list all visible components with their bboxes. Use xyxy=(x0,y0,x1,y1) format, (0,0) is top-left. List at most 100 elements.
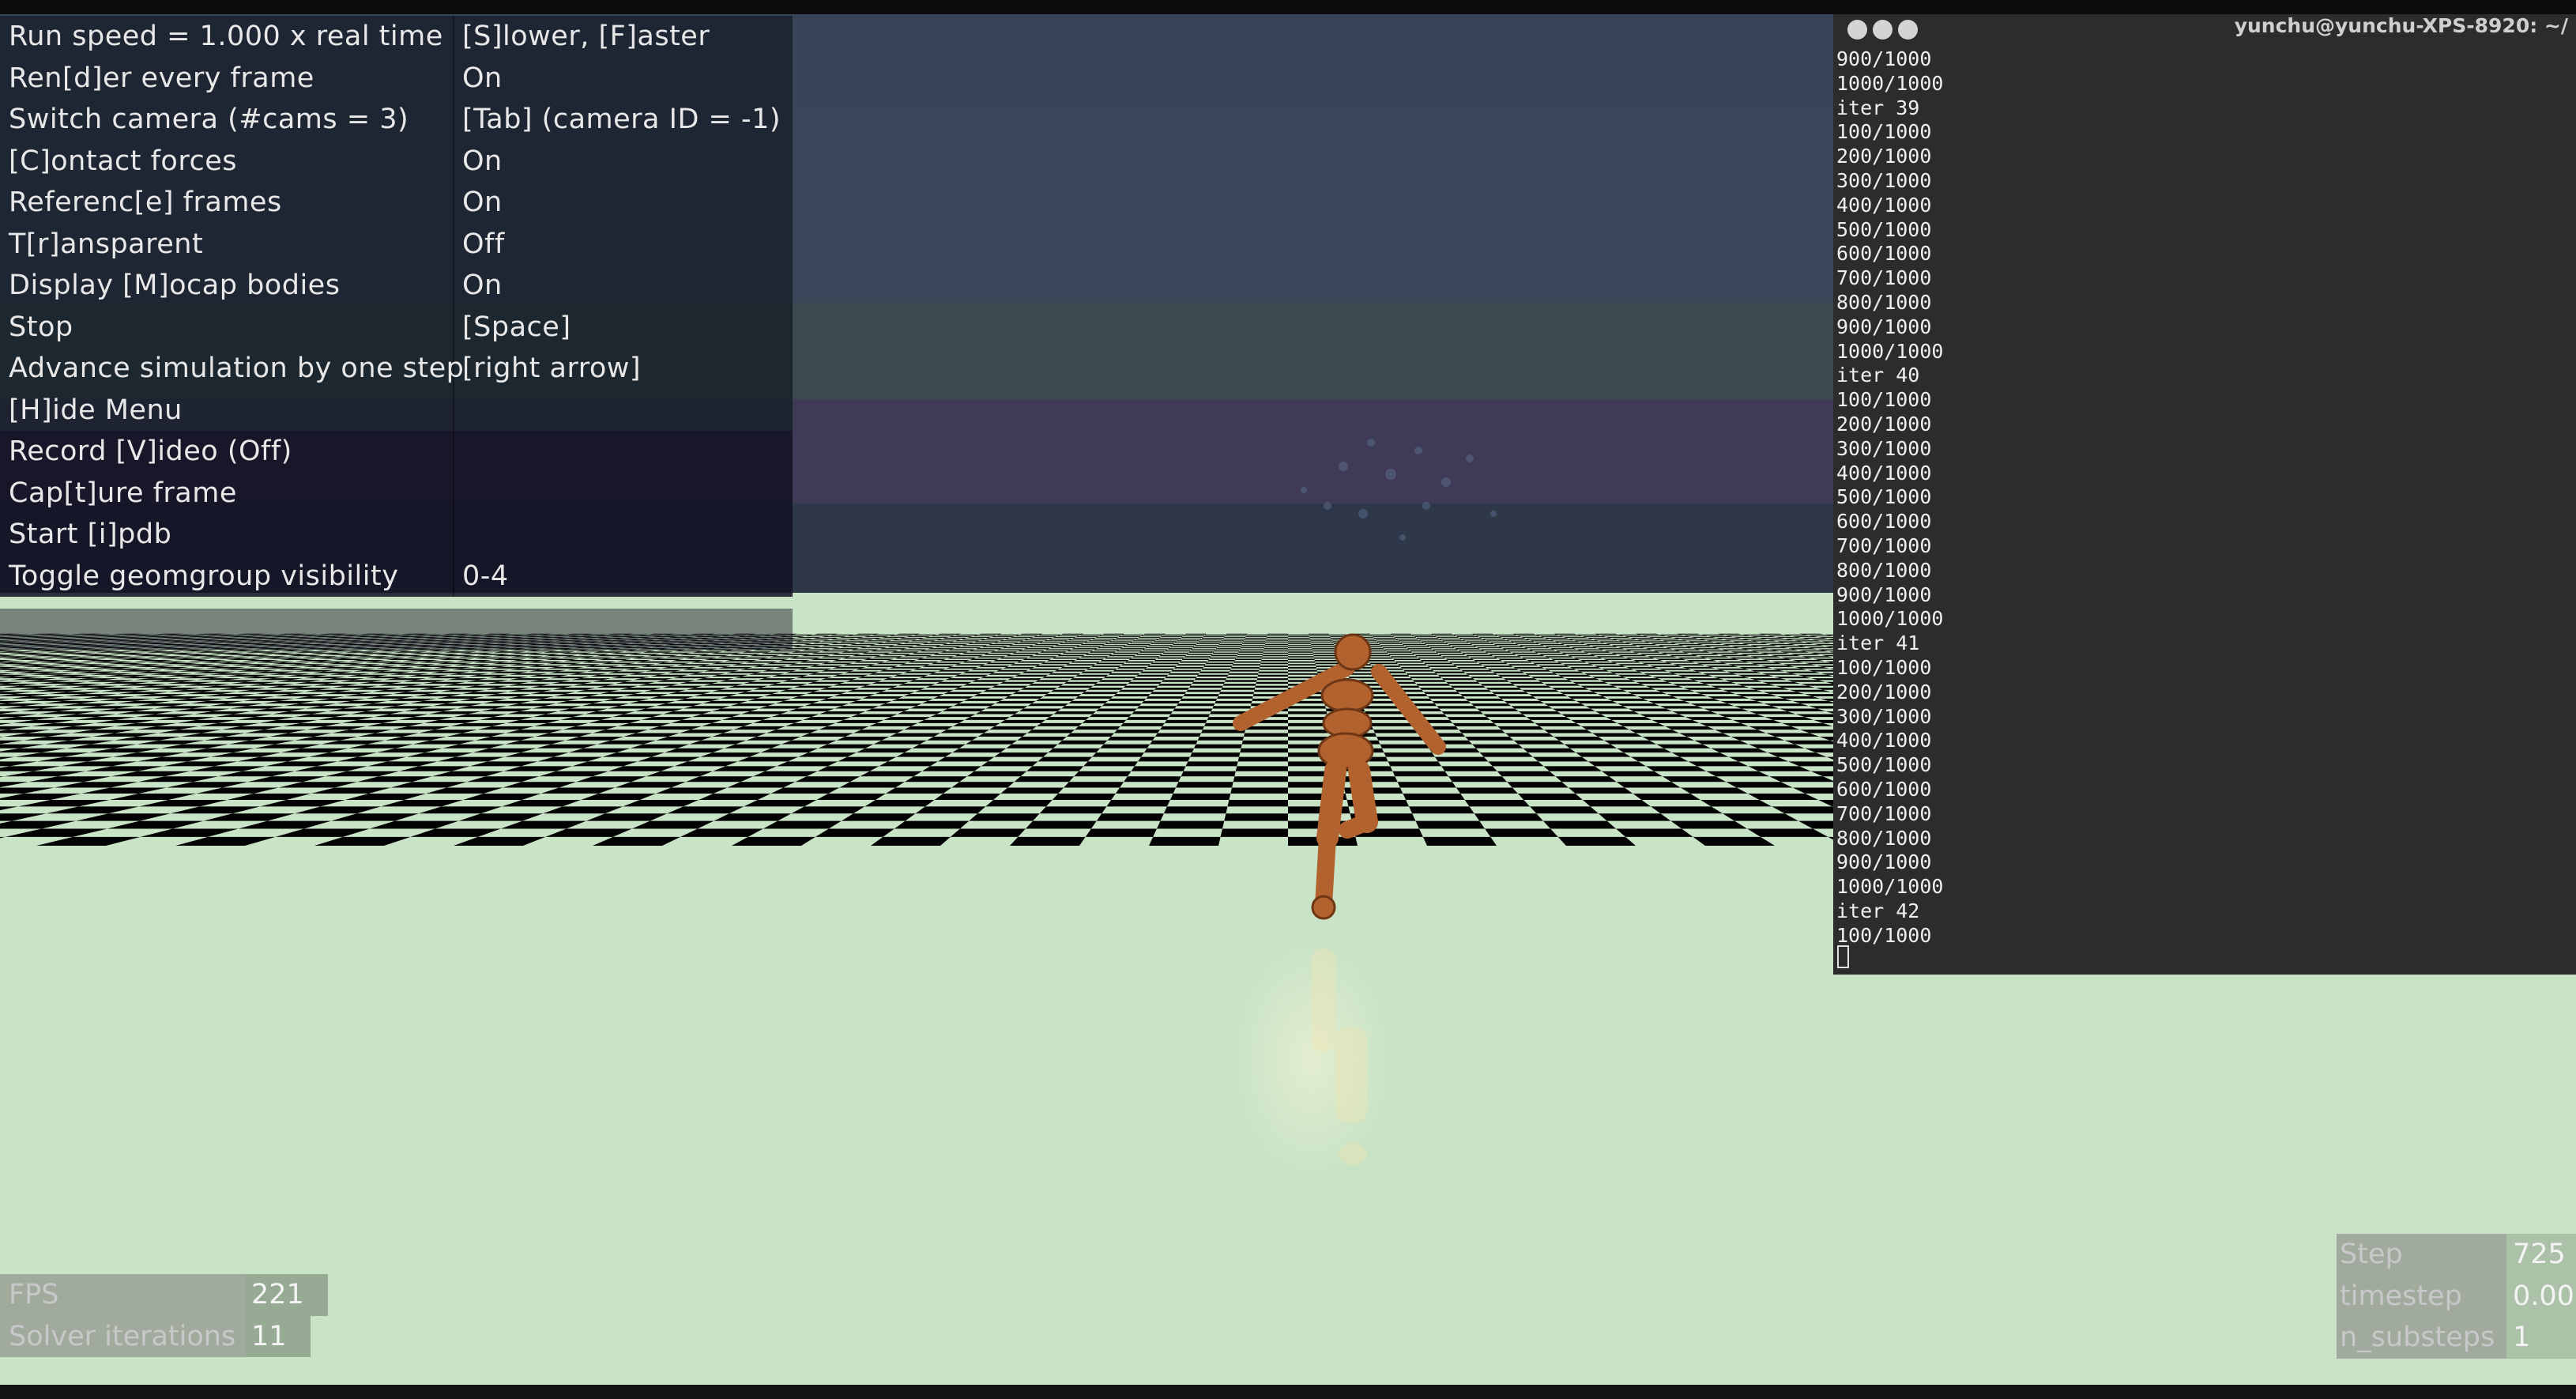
menu-row-contact-forces[interactable]: [C]ontact forces On xyxy=(0,140,793,182)
menu-value: On xyxy=(462,270,503,302)
terminal-line: 400/1000 xyxy=(1836,461,1932,485)
menu-value: On xyxy=(462,62,503,94)
menu-label: Start [i]pdb xyxy=(0,514,454,556)
terminal-line: 300/1000 xyxy=(1836,436,1932,460)
terminal-titlebar[interactable]: yunchu@yunchu-XPS-8920: ~/ xyxy=(1833,14,2576,40)
menu-row-start-ipdb[interactable]: Start [i]pdb xyxy=(0,514,793,556)
menu-label: Run speed = 1.000 x real time xyxy=(0,16,454,58)
terminal-line: 1000/1000 xyxy=(1836,339,1944,363)
menu-label: Ren[d]er every frame xyxy=(0,57,454,99)
solver-value: 11 xyxy=(245,1315,311,1357)
minimize-window-button[interactable] xyxy=(1873,20,1892,40)
menu-label: Cap[t]ure frame xyxy=(0,472,454,514)
menu-label: Record [V]ideo (Off) xyxy=(0,431,454,473)
stat-row-step: Step 725 xyxy=(2337,1234,2576,1276)
fps-label: FPS xyxy=(0,1274,245,1316)
top-window-edge xyxy=(0,0,2576,14)
terminal-line: 400/1000 xyxy=(1836,193,1932,217)
stat-row-fps: FPS 221 xyxy=(0,1274,328,1316)
menu-label: Toggle geomgroup visibility xyxy=(0,555,454,597)
solver-label: Solver iterations xyxy=(0,1315,245,1357)
terminal-line: 900/1000 xyxy=(1836,583,1932,606)
substeps-label: n_substeps xyxy=(2337,1317,2506,1359)
terminal-line: 500/1000 xyxy=(1836,753,1932,777)
menu-value: [S]lower, [F]aster xyxy=(462,21,710,53)
menu-value: [Tab] (camera ID = -1) xyxy=(462,104,781,136)
close-window-button[interactable] xyxy=(1847,20,1867,40)
terminal-line: 200/1000 xyxy=(1836,145,1932,168)
menu-label: Display [M]ocap bodies xyxy=(0,265,454,307)
menu-label: Advance simulation by one step xyxy=(0,348,464,390)
stat-row-solver: Solver iterations 11 xyxy=(0,1315,328,1357)
menu-label: [C]ontact forces xyxy=(0,140,454,182)
menu-row-mocap-bodies[interactable]: Display [M]ocap bodies On xyxy=(0,265,793,307)
maximize-window-button[interactable] xyxy=(1898,20,1918,40)
terminal-title: yunchu@yunchu-XPS-8920: ~/ xyxy=(2234,14,2568,37)
menu-label: T[r]ansparent xyxy=(0,223,454,265)
terminal-line: 200/1000 xyxy=(1836,412,1932,436)
terminal-line: iter 40 xyxy=(1836,364,1920,387)
terminal-line: 200/1000 xyxy=(1836,680,1932,703)
terminal-line: 100/1000 xyxy=(1836,388,1932,412)
menu-value: Off xyxy=(462,228,505,260)
fps-value: 221 xyxy=(245,1274,328,1316)
terminal-line: 500/1000 xyxy=(1836,217,1932,241)
menu-value: [Space] xyxy=(462,311,571,343)
bottom-window-edge xyxy=(0,1385,2576,1399)
terminal-cursor xyxy=(1837,945,1849,968)
terminal-line: 1000/1000 xyxy=(1836,71,1944,95)
terminal-line: 500/1000 xyxy=(1836,485,1932,509)
terminal-line: 1000/1000 xyxy=(1836,607,1944,631)
menu-row-record-video[interactable]: Record [V]ideo (Off) xyxy=(0,431,793,473)
stat-row-timestep: timestep 0.00 xyxy=(2337,1275,2576,1317)
menu-label: Switch camera (#cams = 3) xyxy=(0,99,454,141)
stats-panel-left: FPS 221 Solver iterations 11 xyxy=(0,1274,328,1357)
terminal-line: iter 41 xyxy=(1836,632,1920,655)
menu-label: Stop xyxy=(0,306,454,348)
stat-row-substeps: n_substeps 1 xyxy=(2337,1317,2576,1359)
terminal-line: 800/1000 xyxy=(1836,826,1932,850)
terminal-line: 600/1000 xyxy=(1836,777,1932,801)
menu-value: On xyxy=(462,187,503,219)
substeps-value: 1 xyxy=(2506,1317,2576,1359)
timestep-label: timestep xyxy=(2337,1275,2506,1317)
menu-value: On xyxy=(462,145,503,177)
step-value: 725 xyxy=(2506,1234,2576,1276)
menu-panel-tail xyxy=(0,609,793,650)
terminal-line: 700/1000 xyxy=(1836,801,1932,825)
terminal-line: 100/1000 xyxy=(1836,655,1932,679)
terminal-window[interactable]: yunchu@yunchu-XPS-8920: ~/ 900/1000 1000/… xyxy=(1833,14,2576,975)
terminal-line: 800/1000 xyxy=(1836,558,1932,582)
menu-row-hide-menu[interactable]: [H]ide Menu xyxy=(0,389,793,431)
menu-value: [right arrow] xyxy=(462,353,642,385)
terminal-line: 700/1000 xyxy=(1836,266,1932,290)
terminal-output: 900/1000 1000/1000 iter 39 100/1000 200/1000… xyxy=(1836,47,1943,948)
terminal-line: 900/1000 xyxy=(1836,850,1932,874)
menu-row-render-every-frame[interactable]: Ren[d]er every frame On xyxy=(0,57,793,99)
terminal-line: 400/1000 xyxy=(1836,729,1932,752)
menu-row-transparent[interactable]: T[r]ansparent Off xyxy=(0,223,793,265)
step-label: Step xyxy=(2337,1234,2506,1276)
terminal-line: 1000/1000 xyxy=(1836,875,1944,899)
terminal-line: 100/1000 xyxy=(1836,120,1932,144)
terminal-line: iter 42 xyxy=(1836,899,1920,922)
menu-row-run-speed[interactable]: Run speed = 1.000 x real time [S]lower, … xyxy=(0,16,793,58)
simulator-menu: Run speed = 1.000 x real time [S]lower, … xyxy=(0,16,793,650)
terminal-line: 900/1000 xyxy=(1836,315,1932,338)
terminal-line: 300/1000 xyxy=(1836,704,1932,728)
menu-row-capture-frame[interactable]: Cap[t]ure frame xyxy=(0,472,793,514)
menu-row-advance-step[interactable]: Advance simulation by one step [right ar… xyxy=(0,348,793,390)
terminal-line: 700/1000 xyxy=(1836,534,1932,557)
terminal-line: 900/1000 xyxy=(1836,47,1932,70)
stats-panel-right: Step 725 timestep 0.00 n_substeps 1 xyxy=(2337,1234,2576,1359)
terminal-line: 100/1000 xyxy=(1836,923,1932,947)
menu-label: Referenc[e] frames xyxy=(0,182,454,224)
terminal-line: 800/1000 xyxy=(1836,290,1932,314)
terminal-line: 600/1000 xyxy=(1836,510,1932,534)
menu-row-geomgroup-visibility[interactable]: Toggle geomgroup visibility 0-4 xyxy=(0,555,793,597)
menu-row-switch-camera[interactable]: Switch camera (#cams = 3) [Tab] (camera … xyxy=(0,99,793,141)
menu-value: 0-4 xyxy=(462,560,509,592)
menu-label: [H]ide Menu xyxy=(0,389,454,431)
menu-row-stop[interactable]: Stop [Space] xyxy=(0,306,793,348)
menu-row-reference-frames[interactable]: Referenc[e] frames On xyxy=(0,182,793,224)
